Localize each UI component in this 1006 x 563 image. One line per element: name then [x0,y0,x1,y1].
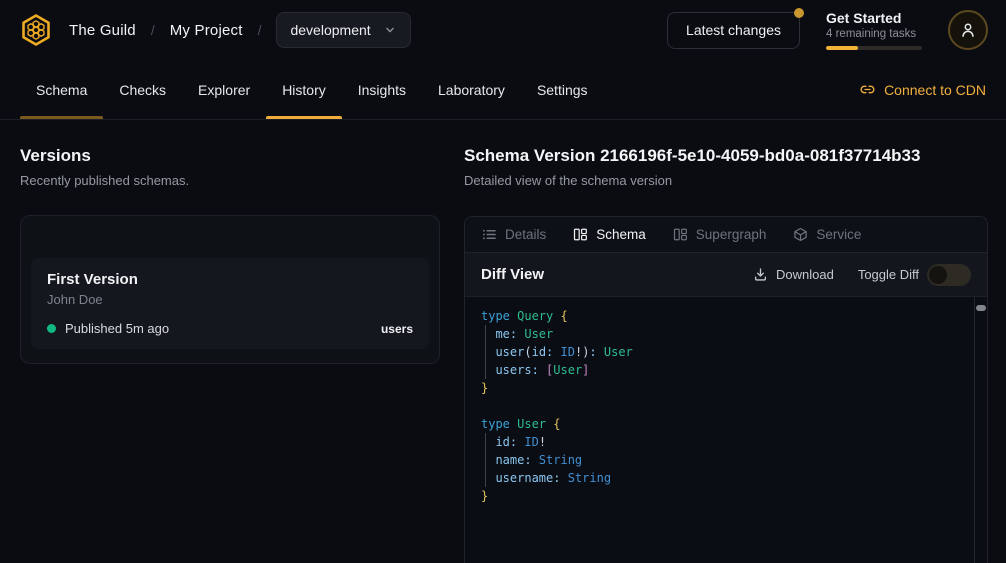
schema-version-subtitle: Detailed view of the schema version [464,173,988,188]
indent-guide [485,433,486,487]
versions-subtitle: Recently published schemas. [20,173,440,188]
link-icon [860,82,875,97]
nav-tab-insights[interactable]: Insights [342,60,422,119]
target-select-value: development [290,22,370,38]
download-icon [753,267,768,282]
nav-tab-laboratory[interactable]: Laboratory [422,60,521,119]
code-line [481,397,957,415]
diff-view-title: Diff View [481,266,544,283]
latest-changes-button[interactable]: Latest changes [667,12,800,49]
service-name-badge: users [381,322,413,336]
nav-tab-settings[interactable]: Settings [521,60,604,119]
nav-tab-checks[interactable]: Checks [103,60,182,119]
code-line: users: [User] [481,361,957,379]
hive-logo[interactable] [18,12,54,48]
code-line: name: String [481,451,957,469]
panel-tab-label: Service [816,227,861,242]
columns-icon [673,227,688,242]
version-list-item[interactable]: First Version John Doe Published 5m ago … [31,258,429,349]
list-icon [482,227,497,242]
diff-view-header: Diff View Download Toggle Diff [465,253,987,297]
download-button[interactable]: Download [753,267,834,282]
panel-tab-label: Supergraph [696,227,767,242]
avatar-button[interactable] [948,10,988,50]
nav-tab-bar: SchemaChecksExplorerHistoryInsightsLabor… [0,60,1006,120]
nav-tabs: SchemaChecksExplorerHistoryInsightsLabor… [20,60,604,119]
get-started-widget[interactable]: Get Started 4 remaining tasks [826,10,922,50]
code-lines: type Query { me: User user(id: ID!): Use… [481,307,957,505]
panel-tab-details[interactable]: Details [482,227,546,242]
nav-tab-schema[interactable]: Schema [20,60,103,119]
toggle-diff-label: Toggle Diff [858,267,919,282]
toggle-diff-switch[interactable] [927,264,971,286]
code-line: me: User [481,325,957,343]
notification-dot [794,8,804,18]
panel-tab-label: Schema [596,227,646,242]
versions-title: Versions [20,146,440,166]
published-status-text: Published 5m ago [65,321,169,336]
code-line: type User { [481,415,957,433]
user-icon [959,21,977,39]
get-started-subtitle: 4 remaining tasks [826,27,922,42]
columns-icon [573,227,588,242]
panel-tab-service[interactable]: Service [793,227,861,242]
code-line: type Query { [481,307,957,325]
breadcrumb-project[interactable]: My Project [170,22,243,39]
hive-hexagon-icon [18,12,54,48]
cube-icon [793,227,808,242]
nav-tab-explorer[interactable]: Explorer [182,60,266,119]
download-label: Download [776,267,834,282]
schema-version-title: Schema Version 2166196f-5e10-4059-bd0a-0… [464,146,988,166]
chevron-down-icon [383,23,397,37]
progress-fill [826,46,858,50]
panel-tab-supergraph[interactable]: Supergraph [673,227,767,242]
code-line: id: ID! [481,433,957,451]
top-bar: The Guild / My Project / development Lat… [0,0,1006,60]
get-started-progress [826,46,922,50]
target-select[interactable]: development [276,12,410,48]
code-line: } [481,487,957,505]
version-author: John Doe [47,292,413,307]
get-started-title: Get Started [826,10,922,27]
latest-changes-label: Latest changes [686,22,781,38]
main-content: Versions Recently published schemas. Fir… [0,120,1006,563]
panel-tab-label: Details [505,227,546,242]
published-status-dot [47,324,56,333]
page: { "header": { "org": "The Guild", "proje… [0,0,1006,563]
code-line: user(id: ID!): User [481,343,957,361]
versions-list-card: First Version John Doe Published 5m ago … [20,215,440,364]
code-scrollbar[interactable] [974,297,987,563]
schema-code-viewer: type Query { me: User user(id: ID!): Use… [465,297,987,563]
breadcrumb-separator: / [151,22,155,38]
code-line: username: String [481,469,957,487]
schema-detail-panel: Details Schema Supergraph Service Diff View… [464,216,988,563]
connect-to-cdn-label: Connect to CDN [884,82,986,98]
nav-tab-history[interactable]: History [266,60,342,119]
versions-section: Versions Recently published schemas. Fir… [20,146,440,563]
schema-version-section: Schema Version 2166196f-5e10-4059-bd0a-0… [464,146,988,563]
panel-tab-schema[interactable]: Schema [573,227,646,242]
version-name: First Version [47,271,413,288]
code-line: } [481,379,957,397]
connect-to-cdn-button[interactable]: Connect to CDN [860,60,986,119]
breadcrumb-org[interactable]: The Guild [69,22,136,39]
toggle-knob [929,266,947,284]
code-scrollbar-thumb[interactable] [976,305,986,311]
indent-guide [485,325,486,379]
breadcrumb-separator: / [258,22,262,38]
panel-tab-bar: Details Schema Supergraph Service [465,217,987,253]
